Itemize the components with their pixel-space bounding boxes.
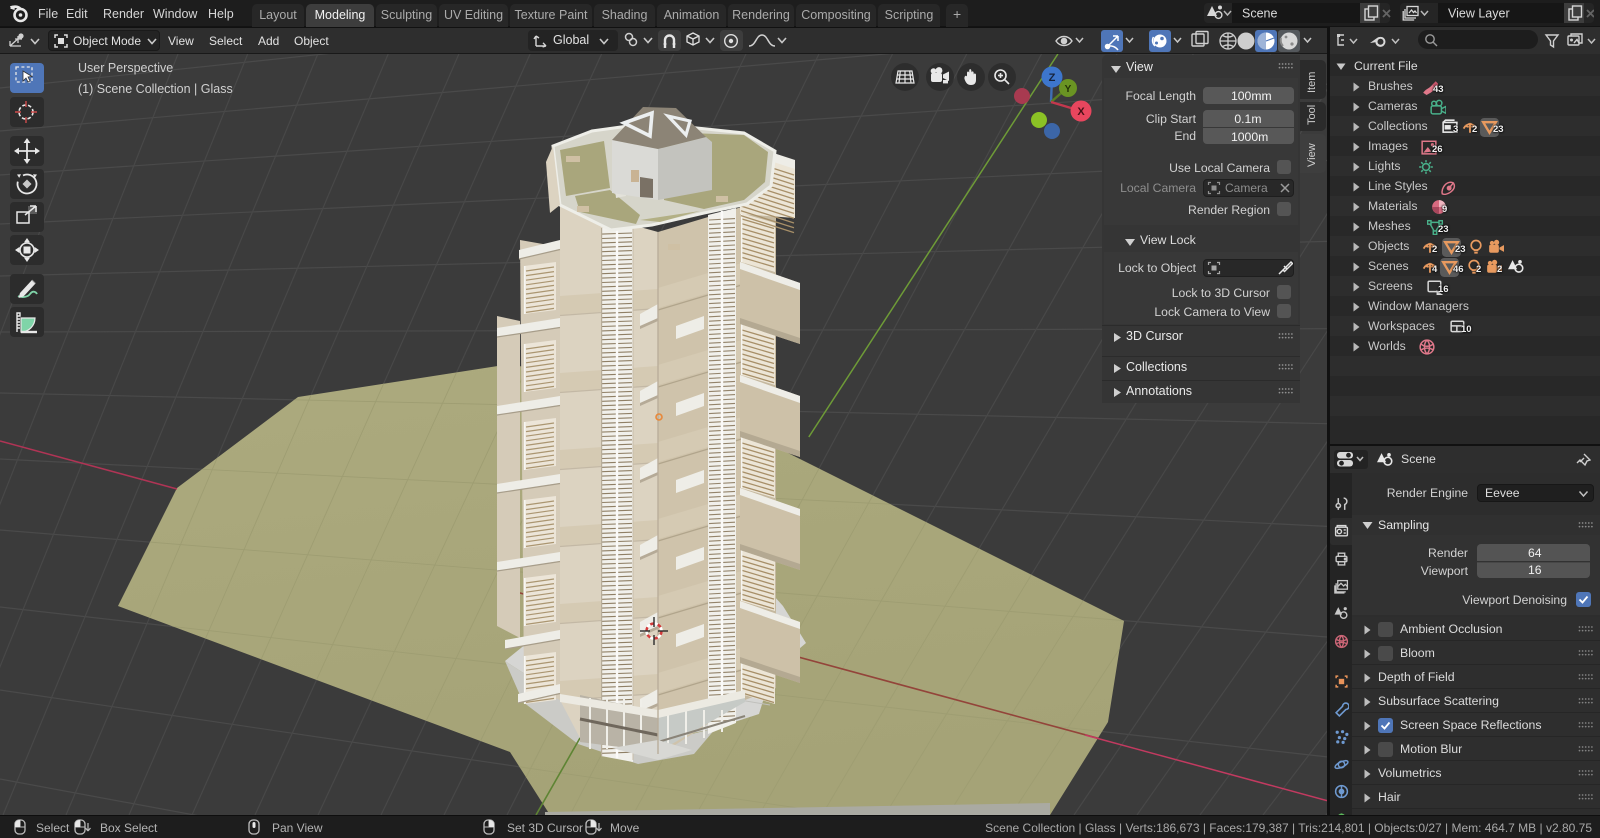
svg-text:User Perspective: User Perspective	[78, 61, 173, 75]
svg-text:X: X	[1077, 106, 1085, 118]
svg-text:Z: Z	[1049, 72, 1056, 84]
svg-text:Scene: Scene	[1242, 7, 1277, 21]
svg-text:Y: Y	[1065, 84, 1072, 95]
svg-text:View Layer: View Layer	[1448, 7, 1510, 21]
svg-text:(1) Scene Collection | Glass: (1) Scene Collection | Glass	[78, 82, 233, 96]
